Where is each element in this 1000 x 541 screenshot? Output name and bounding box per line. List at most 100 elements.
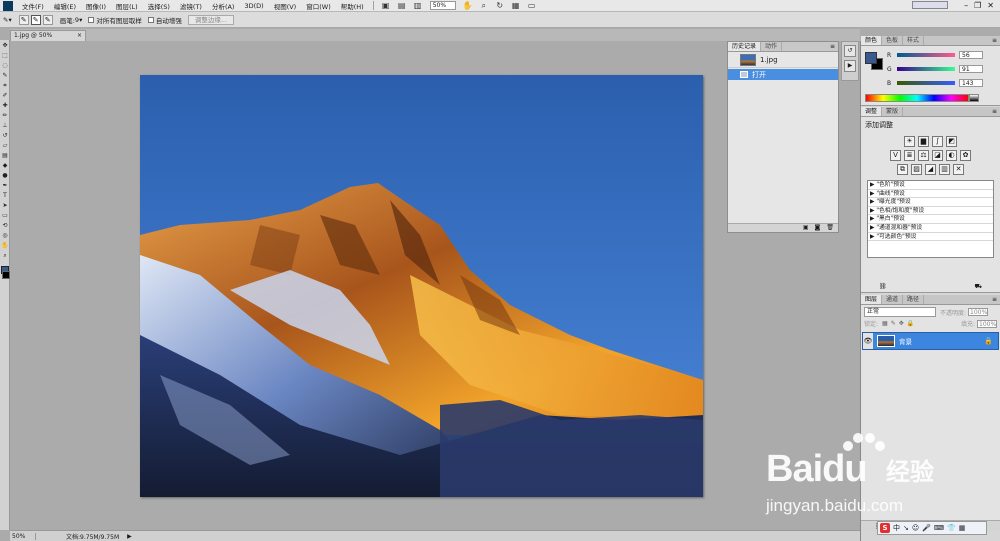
tab-actions[interactable]: 动作 bbox=[761, 42, 783, 51]
tab-adjustments[interactable]: 调整 bbox=[861, 107, 883, 116]
hand-tool-box-icon[interactable]: ✋ bbox=[1, 242, 9, 250]
move-tool-icon[interactable]: ✥ bbox=[1, 42, 9, 50]
exposure-icon[interactable]: ◩ bbox=[946, 136, 957, 147]
lock-position-icon[interactable]: ✥ bbox=[899, 320, 904, 327]
menu-filter[interactable]: 滤镜(T) bbox=[175, 1, 207, 11]
minimize-icon[interactable]: – bbox=[964, 1, 968, 10]
lock-image-icon[interactable]: ✎ bbox=[891, 320, 896, 327]
screen-mode-icon[interactable]: ▭ bbox=[527, 1, 537, 10]
layer-visibility-eye-icon[interactable]: 👁 bbox=[863, 333, 873, 349]
blur-tool-icon[interactable]: ◆ bbox=[1, 162, 9, 170]
zoom-level-select[interactable]: 50% bbox=[429, 1, 456, 10]
history-panel-icon[interactable]: ↺ bbox=[844, 45, 856, 57]
layer-row[interactable]: 👁 背景 🔒 bbox=[862, 332, 999, 350]
blend-mode-select[interactable]: 正常 bbox=[864, 307, 936, 317]
3d-rotate-tool-icon[interactable]: ⟲ bbox=[1, 222, 9, 230]
red-value-input[interactable]: 56 bbox=[959, 51, 983, 59]
list-item[interactable]: ▶ "通道混和器"预设 bbox=[868, 224, 993, 233]
blue-value-input[interactable]: 143 bbox=[959, 79, 983, 87]
minibridge-icon[interactable]: ▤ bbox=[397, 1, 407, 10]
bridge-icon[interactable]: ▣ bbox=[381, 1, 391, 10]
add-to-selection-icon[interactable]: ✎ bbox=[30, 14, 41, 25]
hand-tool-icon[interactable]: ✋ bbox=[463, 1, 473, 10]
gradient-map-icon[interactable]: ▥ bbox=[939, 164, 950, 175]
history-snapshot[interactable]: 1.jpg bbox=[728, 52, 838, 68]
menu-3d[interactable]: 3D(D) bbox=[239, 2, 268, 10]
menu-help[interactable]: 帮助(H) bbox=[336, 1, 369, 11]
menu-analysis[interactable]: 分析(A) bbox=[207, 1, 240, 11]
list-item[interactable]: ▶ "色阶"预设 bbox=[868, 181, 993, 190]
close-window-icon[interactable]: ✕ bbox=[987, 1, 994, 10]
clone-stamp-tool-icon[interactable]: ⊥ bbox=[1, 122, 9, 130]
document-canvas-image[interactable] bbox=[140, 75, 703, 497]
auto-select-mask-icon[interactable]: ⛟ bbox=[974, 283, 982, 292]
actions-panel-icon[interactable]: ▶ bbox=[844, 60, 856, 72]
brush-picker[interactable]: 画笔: 9 ▾ bbox=[60, 15, 83, 25]
pen-tool-icon[interactable]: ✒ bbox=[1, 182, 9, 190]
channel-mixer-icon[interactable]: ✿ bbox=[960, 150, 971, 161]
tab-color[interactable]: 颜色 bbox=[861, 36, 883, 45]
restore-icon[interactable]: ❐ bbox=[974, 1, 981, 10]
auto-enhance-checkbox[interactable] bbox=[147, 16, 154, 23]
tab-layers[interactable]: 图层 bbox=[861, 295, 883, 304]
shape-tool-icon[interactable]: ▭ bbox=[1, 212, 9, 220]
menu-window[interactable]: 窗口(W) bbox=[301, 1, 336, 11]
eraser-tool-icon[interactable]: ▱ bbox=[1, 142, 9, 150]
tab-masks[interactable]: 蒙版 bbox=[882, 107, 904, 116]
tab-history[interactable]: 历史记录 bbox=[728, 42, 762, 51]
3d-camera-tool-icon[interactable]: ◎ bbox=[1, 232, 9, 240]
crop-tool-icon[interactable]: ⌗ bbox=[1, 82, 9, 90]
ime-keyboard-icon[interactable]: ⌨ bbox=[934, 524, 944, 532]
tab-channels[interactable]: 通道 bbox=[882, 295, 904, 304]
background-color-swatch[interactable] bbox=[2, 271, 10, 279]
delete-state-icon[interactable]: 🗑 bbox=[826, 224, 834, 232]
rotate-view-icon[interactable]: ↻ bbox=[495, 1, 505, 10]
clip-adjustment-icon[interactable]: ⛓ bbox=[879, 283, 887, 292]
green-value-input[interactable]: 91 bbox=[959, 65, 983, 73]
threshold-icon[interactable]: ◢ bbox=[925, 164, 936, 175]
list-item[interactable]: ▶ "黑白"预设 bbox=[868, 215, 993, 224]
ime-tools-icon[interactable]: ▦ bbox=[959, 524, 966, 532]
lasso-tool-icon[interactable]: ◌ bbox=[1, 62, 9, 70]
status-menu-arrow-icon[interactable]: ▶ bbox=[127, 533, 132, 540]
list-item[interactable]: ▶ "曝光度"预设 bbox=[868, 198, 993, 207]
blue-slider[interactable] bbox=[897, 81, 955, 85]
quick-selection-tool-icon[interactable]: ✎ bbox=[1, 72, 9, 80]
ime-voice-icon[interactable]: 🎤 bbox=[922, 524, 931, 532]
red-slider[interactable] bbox=[897, 53, 955, 57]
color-panel-menu-icon[interactable]: ≡ bbox=[992, 36, 1000, 45]
sample-all-layers-checkbox[interactable] bbox=[88, 16, 95, 23]
ime-emoji-icon[interactable]: ☺ bbox=[912, 524, 919, 532]
list-item[interactable]: ▶ "可选颜色"预设 bbox=[868, 233, 993, 242]
photo-filter-icon[interactable]: ◐ bbox=[946, 150, 957, 161]
brush-tool-icon[interactable]: ✏ bbox=[1, 112, 9, 120]
zoom-tool-icon[interactable]: ⌕ bbox=[479, 1, 489, 10]
gradient-tool-icon[interactable]: ▤ bbox=[1, 152, 9, 160]
document-tab[interactable]: 1.jpg @ 50%(RGB/8#) × bbox=[10, 30, 86, 49]
lock-all-icon[interactable]: 🔒 bbox=[907, 320, 914, 327]
subtract-selection-icon[interactable]: ✎ bbox=[42, 14, 53, 25]
black-white-icon[interactable]: ◪ bbox=[932, 150, 943, 161]
tab-swatches[interactable]: 色板 bbox=[882, 36, 904, 45]
fill-input[interactable]: 100% bbox=[977, 319, 997, 328]
menu-image[interactable]: 图像(I) bbox=[81, 1, 111, 11]
selective-color-icon[interactable]: ✕ bbox=[953, 164, 964, 175]
new-selection-icon[interactable]: ✎ bbox=[18, 14, 29, 25]
menu-view[interactable]: 视图(V) bbox=[269, 1, 302, 11]
healing-brush-tool-icon[interactable]: ✚ bbox=[1, 102, 9, 110]
ime-mode-toggle[interactable]: 中 bbox=[893, 523, 900, 533]
layers-panel-menu-icon[interactable]: ≡ bbox=[992, 295, 1000, 304]
workspace-switcher[interactable] bbox=[912, 1, 949, 9]
sogou-ime-logo[interactable]: S bbox=[880, 523, 890, 533]
tab-styles[interactable]: 样式 bbox=[903, 36, 925, 45]
brightness-contrast-icon[interactable]: ☀ bbox=[904, 136, 915, 147]
eyedropper-tool-icon[interactable]: ✐ bbox=[1, 92, 9, 100]
history-step[interactable]: 打开 bbox=[728, 69, 838, 80]
ime-punctuation-icon[interactable]: ↘ bbox=[903, 524, 909, 532]
menu-edit[interactable]: 编辑(E) bbox=[49, 1, 81, 11]
extras-icon[interactable]: ▥ bbox=[413, 1, 423, 10]
close-tab-icon[interactable]: × bbox=[77, 31, 82, 41]
black-white-ramp[interactable] bbox=[969, 94, 979, 102]
history-brush-tool-icon[interactable]: ↺ bbox=[1, 132, 9, 140]
green-slider[interactable] bbox=[897, 67, 955, 71]
